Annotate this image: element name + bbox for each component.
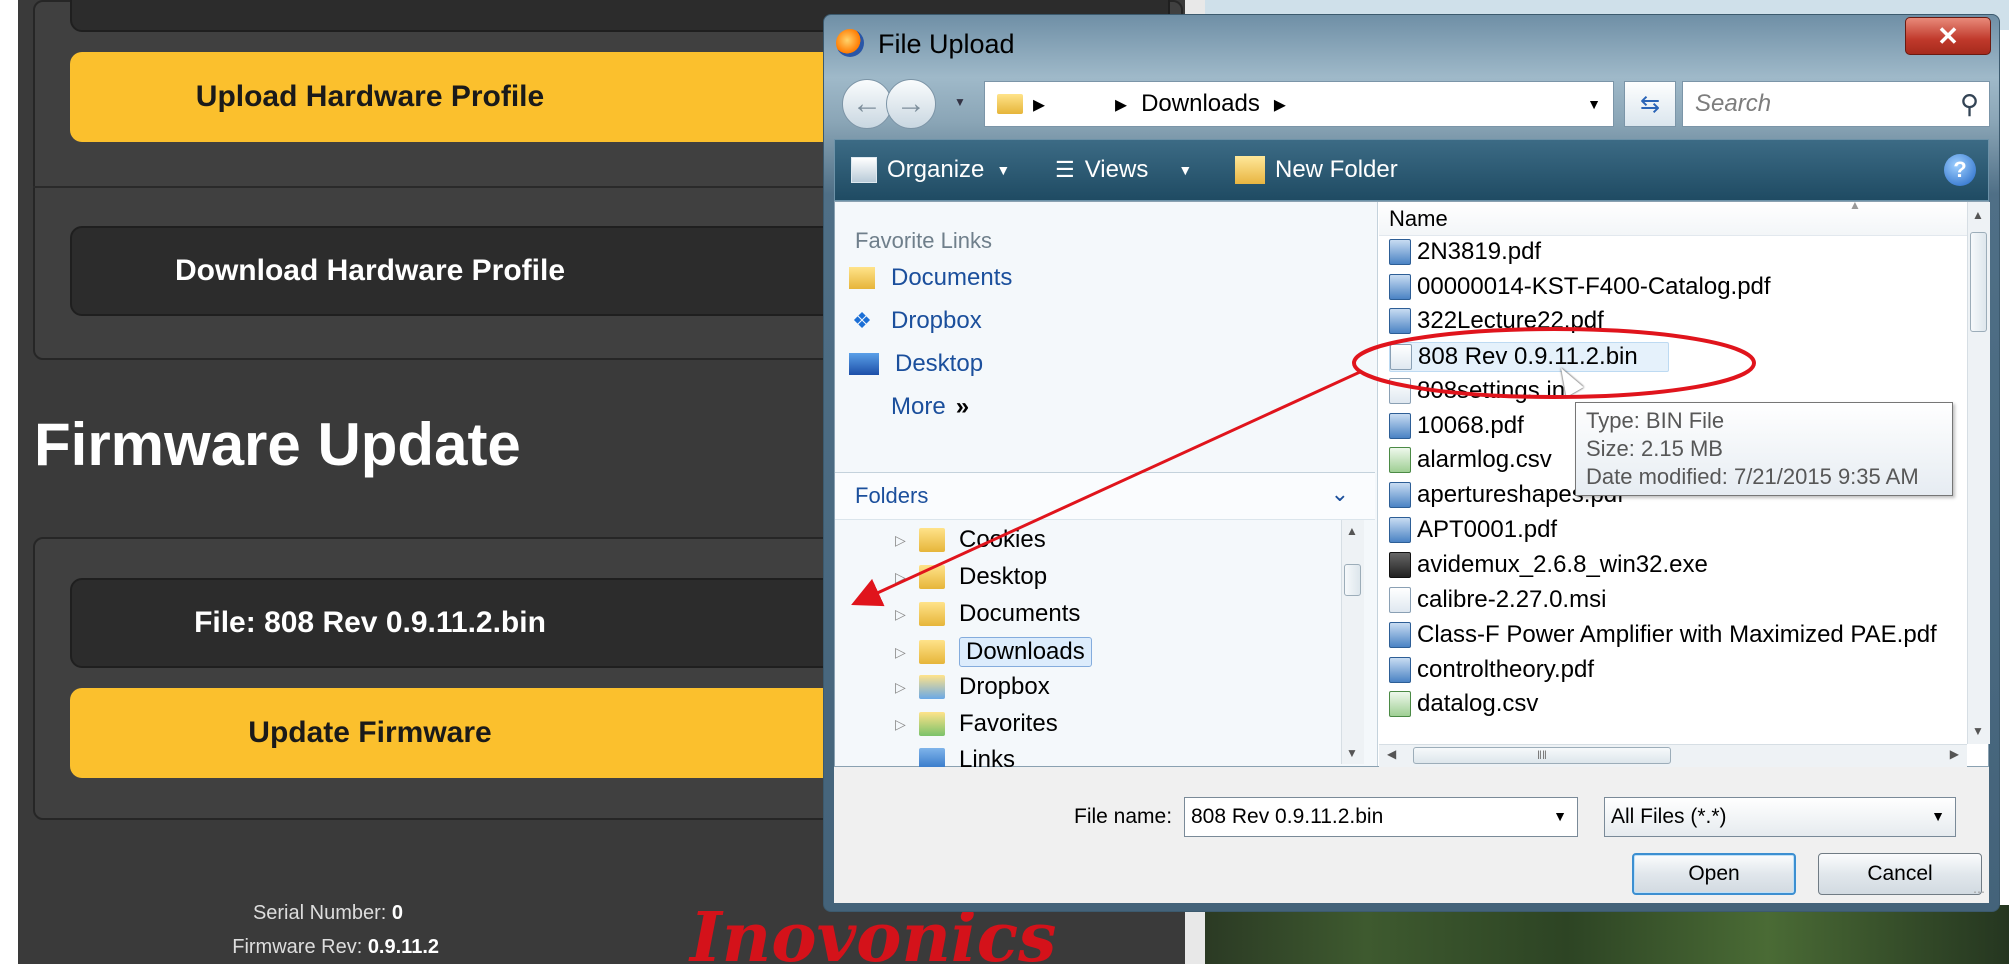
- highlight-ellipse: [1352, 327, 1756, 399]
- annotation-overlay: [851, 327, 1756, 607]
- pointer-arrow: [851, 370, 1361, 607]
